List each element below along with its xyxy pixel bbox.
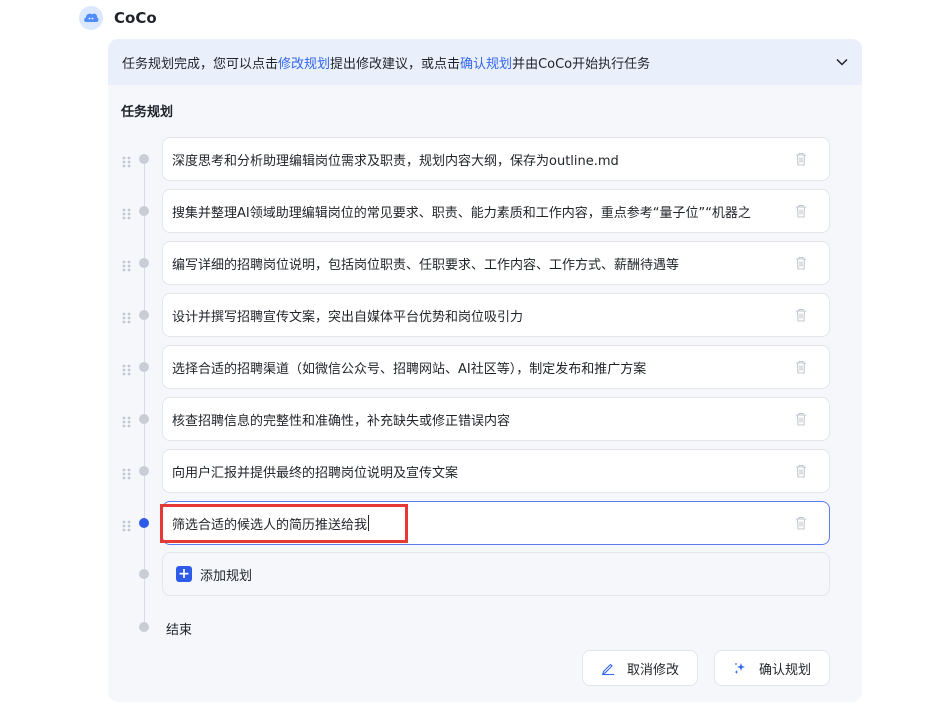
- step-text: 筛选合适的候选人的简历推送给我: [172, 517, 368, 533]
- step-text: 编写详细的招聘岗位说明，包括岗位职责、任职要求、工作内容、工作方式、薪酬待遇等: [172, 257, 680, 273]
- timeline-dot: [139, 569, 149, 579]
- step-text-box[interactable]: 选择合适的招聘渠道（如微信公众号、招聘网站、AI社区等），制定发布和推广方案: [162, 345, 830, 389]
- step-text: 深度思考和分析助理编辑岗位需求及职责，规划内容大纲，保存为outline.md: [172, 153, 619, 169]
- trash-icon[interactable]: [795, 203, 809, 219]
- step-text-box[interactable]: 搜集并整理AI领域助理编辑岗位的常见要求、职责、能力素质和工作内容，重点参考“量…: [162, 189, 830, 233]
- step-text-box[interactable]: 核查招聘信息的完整性和准确性，补充缺失或修正错误内容: [162, 397, 830, 441]
- plan-status-banner: 任务规划完成，您可以点击 修改规划 提出修改建议，或点击 确认规划 并由CoCo开始执行…: [108, 39, 862, 85]
- plan-step[interactable]: 设计并撰写招聘宣传文案，突出自媒体平台优势和岗位吸引力: [122, 293, 830, 337]
- coco-avatar-icon: [79, 6, 103, 30]
- drag-handle-icon[interactable]: [122, 517, 132, 532]
- text-cursor: [368, 515, 370, 531]
- timeline-dot: [139, 154, 149, 164]
- step-text: 向用户汇报并提供最终的招聘岗位说明及宣传文案: [172, 465, 459, 481]
- timeline-dot: [139, 414, 149, 424]
- plan-step[interactable]: 向用户汇报并提供最终的招聘岗位说明及宣传文案: [122, 449, 830, 493]
- confirm-plan-label: 确认规划: [758, 662, 811, 678]
- timeline-dot: [139, 258, 149, 268]
- banner-text-1: 任务规划完成，您可以点击: [122, 56, 279, 72]
- step-text-box[interactable]: 编写详细的招聘岗位说明，包括岗位职责、任职要求、工作内容、工作方式、薪酬待遇等: [162, 241, 830, 285]
- timeline-dot-active: [139, 518, 149, 528]
- timeline-end: 结束: [122, 612, 322, 642]
- step-text-box[interactable]: 设计并撰写招聘宣传文案，突出自媒体平台优势和岗位吸引力: [162, 293, 830, 337]
- drag-handle-icon[interactable]: [122, 205, 132, 220]
- step-text-box[interactable]: 向用户汇报并提供最终的招聘岗位说明及宣传文案: [162, 449, 830, 493]
- app-header: CoCo: [79, 5, 157, 31]
- sparkle-icon: [733, 661, 747, 675]
- plan-step[interactable]: 选择合适的招聘渠道（如微信公众号、招聘网站、AI社区等），制定发布和推广方案: [122, 345, 830, 389]
- end-label: 结束: [166, 623, 193, 638]
- step-text: 搜集并整理AI领域助理编辑岗位的常见要求、职责、能力素质和工作内容，重点参考“量…: [172, 205, 751, 221]
- timeline-dot: [139, 466, 149, 476]
- add-plan-button[interactable]: + 添加规划: [162, 552, 830, 596]
- trash-icon[interactable]: [795, 359, 809, 375]
- trash-icon[interactable]: [795, 151, 809, 167]
- drag-handle-icon[interactable]: [122, 361, 132, 376]
- confirm-plan-link[interactable]: 确认规划: [460, 53, 512, 72]
- step-text-input[interactable]: 筛选合适的候选人的简历推送给我: [162, 501, 830, 545]
- chevron-down-icon[interactable]: [834, 54, 850, 70]
- step-text: 设计并撰写招聘宣传文案，突出自媒体平台优势和岗位吸引力: [172, 309, 524, 325]
- trash-icon[interactable]: [795, 255, 809, 271]
- timeline-dot: [139, 310, 149, 320]
- drag-handle-icon[interactable]: [122, 309, 132, 324]
- drag-handle-icon[interactable]: [122, 153, 132, 168]
- drag-handle-icon[interactable]: [122, 257, 132, 272]
- trash-icon[interactable]: [795, 463, 809, 479]
- trash-icon[interactable]: [795, 515, 809, 531]
- drag-handle-icon[interactable]: [122, 465, 132, 480]
- plan-step[interactable]: 深度思考和分析助理编辑岗位需求及职责，规划内容大纲，保存为outline.md: [122, 137, 830, 181]
- edit-plan-link[interactable]: 修改规划: [278, 53, 330, 72]
- confirm-plan-button[interactable]: 确认规划: [714, 650, 830, 686]
- plan-step[interactable]: 编写详细的招聘岗位说明，包括岗位职责、任职要求、工作内容、工作方式、薪酬待遇等: [122, 241, 830, 285]
- add-plan-row: + 添加规划: [122, 552, 830, 596]
- drag-handle-icon[interactable]: [122, 413, 132, 428]
- cancel-edit-label: 取消修改: [626, 662, 679, 678]
- step-text-box[interactable]: 深度思考和分析助理编辑岗位需求及职责，规划内容大纲，保存为outline.md: [162, 137, 830, 181]
- step-text: 选择合适的招聘渠道（如微信公众号、招聘网站、AI社区等），制定发布和推广方案: [172, 361, 647, 377]
- plan-section-title: 任务规划: [121, 105, 174, 120]
- plan-step[interactable]: 搜集并整理AI领域助理编辑岗位的常见要求、职责、能力素质和工作内容，重点参考“量…: [122, 189, 830, 233]
- app-title: CoCo: [114, 9, 157, 27]
- plus-icon: +: [176, 566, 192, 582]
- plan-step-editing[interactable]: 筛选合适的候选人的简历推送给我: [122, 501, 830, 545]
- step-text: 核查招聘信息的完整性和准确性，补充缺失或修正错误内容: [172, 413, 511, 429]
- trash-icon[interactable]: [795, 307, 809, 323]
- cancel-edit-button[interactable]: 取消修改: [582, 650, 698, 686]
- trash-icon[interactable]: [795, 411, 809, 427]
- plan-step[interactable]: 核查招聘信息的完整性和准确性，补充缺失或修正错误内容: [122, 397, 830, 441]
- timeline-dot: [139, 206, 149, 216]
- banner-text-2: 提出修改建议，或点击: [330, 56, 461, 72]
- timeline-dot: [139, 362, 149, 372]
- add-plan-label: 添加规划: [200, 568, 253, 584]
- pencil-icon: [601, 661, 615, 675]
- banner-text-3: 并由CoCo开始执行任务: [512, 56, 651, 72]
- timeline-dot: [139, 622, 149, 632]
